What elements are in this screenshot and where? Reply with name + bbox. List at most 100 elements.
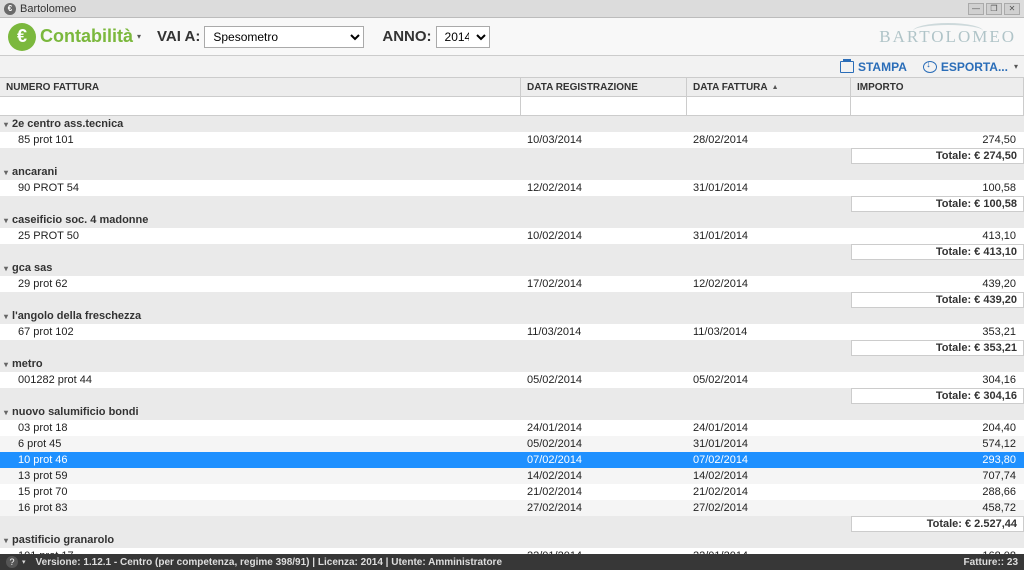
- app-icon: €: [4, 3, 16, 15]
- col-data-reg[interactable]: DATA REGISTRAZIONE: [521, 78, 687, 96]
- table-row[interactable]: 13 prot 5914/02/201414/02/2014707,74: [0, 468, 1024, 484]
- table-row[interactable]: 15 prot 7021/02/201421/02/2014288,66: [0, 484, 1024, 500]
- cell-importo: 293,80: [851, 454, 1024, 466]
- help-icon[interactable]: ?: [6, 556, 18, 568]
- cell-data-reg: 27/02/2014: [521, 502, 687, 514]
- group-total-row: Totale: € 304,16: [0, 388, 1024, 404]
- collapse-icon[interactable]: ▾: [4, 360, 8, 369]
- group-total-row: Totale: € 100,58: [0, 196, 1024, 212]
- cell-importo: 304,16: [851, 374, 1024, 386]
- status-left: Versione: 1.12.1 - Centro (per competenz…: [36, 557, 503, 568]
- filter-importo[interactable]: [851, 97, 1024, 115]
- collapse-icon[interactable]: ▾: [4, 168, 8, 177]
- cell-importo: 574,12: [851, 438, 1024, 450]
- cell-data-reg: 17/02/2014: [521, 278, 687, 290]
- group-header[interactable]: ▾pastificio granarolo: [0, 532, 1024, 548]
- cell-importo: 288,66: [851, 486, 1024, 498]
- cell-data-reg: 07/02/2014: [521, 454, 687, 466]
- cell-data-reg: 11/03/2014: [521, 326, 687, 338]
- cell-data-reg: 05/02/2014: [521, 374, 687, 386]
- table-row[interactable]: 29 prot 6217/02/201412/02/2014439,20: [0, 276, 1024, 292]
- group-header[interactable]: ▾gca sas: [0, 260, 1024, 276]
- group-header[interactable]: ▾nuovo salumificio bondi: [0, 404, 1024, 420]
- group-total-row: Totale: € 439,20: [0, 292, 1024, 308]
- cell-data-fat: 05/02/2014: [687, 374, 851, 386]
- collapse-icon[interactable]: ▾: [4, 536, 8, 545]
- cell-data-reg: 24/01/2014: [521, 422, 687, 434]
- cell-data-fat: 27/02/2014: [687, 502, 851, 514]
- collapse-icon[interactable]: ▾: [4, 312, 8, 321]
- cell-numero: 03 prot 18: [0, 422, 521, 434]
- table-row[interactable]: 10 prot 4607/02/201407/02/2014293,80: [0, 452, 1024, 468]
- group-header[interactable]: ▾2e centro ass.tecnica: [0, 116, 1024, 132]
- col-numero[interactable]: NUMERO FATTURA: [0, 78, 521, 96]
- minimize-button[interactable]: —: [968, 3, 984, 15]
- goto-select[interactable]: Spesometro: [204, 26, 364, 48]
- table-row[interactable]: 03 prot 1824/01/201424/01/2014204,40: [0, 420, 1024, 436]
- export-icon: [923, 61, 937, 73]
- cell-importo: 274,50: [851, 134, 1024, 146]
- cell-data-reg: 14/02/2014: [521, 470, 687, 482]
- cell-importo: 458,72: [851, 502, 1024, 514]
- group-total-row: Totale: € 274,50: [0, 148, 1024, 164]
- print-label: STAMPA: [858, 60, 907, 74]
- cell-data-fat: 14/02/2014: [687, 470, 851, 482]
- group-total-row: Totale: € 353,21: [0, 340, 1024, 356]
- group-total-row: Totale: € 2.527,44: [0, 516, 1024, 532]
- group-total-row: Totale: € 413,10: [0, 244, 1024, 260]
- group-header[interactable]: ▾caseificio soc. 4 madonne: [0, 212, 1024, 228]
- year-select[interactable]: 2014: [436, 26, 490, 48]
- export-dropdown-icon[interactable]: ▾: [1014, 62, 1018, 71]
- goto-label: VAI A:: [157, 28, 200, 45]
- col-importo[interactable]: IMPORTO: [851, 78, 1024, 96]
- group-total: Totale: € 439,20: [851, 292, 1024, 308]
- table-row[interactable]: 67 prot 10211/03/201411/03/2014353,21: [0, 324, 1024, 340]
- collapse-icon[interactable]: ▾: [4, 264, 8, 273]
- cell-numero: 29 prot 62: [0, 278, 521, 290]
- close-button[interactable]: ✕: [1004, 3, 1020, 15]
- group-total: Totale: € 304,16: [851, 388, 1024, 404]
- cell-numero: 6 prot 45: [0, 438, 521, 450]
- cell-data-fat: 07/02/2014: [687, 454, 851, 466]
- table-row[interactable]: 001282 prot 4405/02/201405/02/2014304,16: [0, 372, 1024, 388]
- cell-data-reg: 12/02/2014: [521, 182, 687, 194]
- cell-importo: 707,74: [851, 470, 1024, 482]
- table-row[interactable]: 6 prot 4505/02/201431/01/2014574,12: [0, 436, 1024, 452]
- cell-data-fat: 21/02/2014: [687, 486, 851, 498]
- group-total: Totale: € 413,10: [851, 244, 1024, 260]
- status-bar: ? ▾ Versione: 1.12.1 - Centro (per compe…: [0, 554, 1024, 570]
- cell-numero: 90 PROT 54: [0, 182, 521, 194]
- group-total: Totale: € 100,58: [851, 196, 1024, 212]
- filter-data-reg[interactable]: [521, 97, 687, 115]
- status-caret-icon[interactable]: ▾: [22, 558, 26, 566]
- filter-numero[interactable]: [0, 97, 521, 115]
- cell-importo: 204,40: [851, 422, 1024, 434]
- maximize-button[interactable]: ❐: [986, 3, 1002, 15]
- collapse-icon[interactable]: ▾: [4, 120, 8, 129]
- table-row[interactable]: 85 prot 10110/03/201428/02/2014274,50: [0, 132, 1024, 148]
- cell-data-fat: 31/01/2014: [687, 438, 851, 450]
- window-titlebar: € Bartolomeo — ❐ ✕: [0, 0, 1024, 18]
- cell-importo: 413,10: [851, 230, 1024, 242]
- table-row[interactable]: 16 prot 8327/02/201427/02/2014458,72: [0, 500, 1024, 516]
- group-total: Totale: € 2.527,44: [851, 516, 1024, 532]
- table-row[interactable]: 90 PROT 5412/02/201431/01/2014100,58: [0, 180, 1024, 196]
- group-header[interactable]: ▾l'angolo della freschezza: [0, 308, 1024, 324]
- print-button[interactable]: STAMPA: [840, 60, 907, 74]
- collapse-icon[interactable]: ▾: [4, 408, 8, 417]
- col-data-fat[interactable]: DATA FATTURA: [687, 78, 851, 96]
- table-body[interactable]: ▾2e centro ass.tecnica85 prot 10110/03/2…: [0, 116, 1024, 570]
- section-title: Contabilità: [40, 26, 133, 47]
- cell-data-fat: 28/02/2014: [687, 134, 851, 146]
- table-row[interactable]: 25 PROT 5010/02/201431/01/2014413,10: [0, 228, 1024, 244]
- cell-numero: 13 prot 59: [0, 470, 521, 482]
- cell-data-fat: 11/03/2014: [687, 326, 851, 338]
- collapse-icon[interactable]: ▾: [4, 216, 8, 225]
- section-dropdown-icon[interactable]: ▾: [137, 32, 141, 41]
- cell-importo: 439,20: [851, 278, 1024, 290]
- cell-importo: 353,21: [851, 326, 1024, 338]
- filter-data-fat[interactable]: [687, 97, 851, 115]
- group-header[interactable]: ▾metro: [0, 356, 1024, 372]
- export-button[interactable]: ESPORTA...: [923, 60, 1008, 74]
- group-header[interactable]: ▾ancarani: [0, 164, 1024, 180]
